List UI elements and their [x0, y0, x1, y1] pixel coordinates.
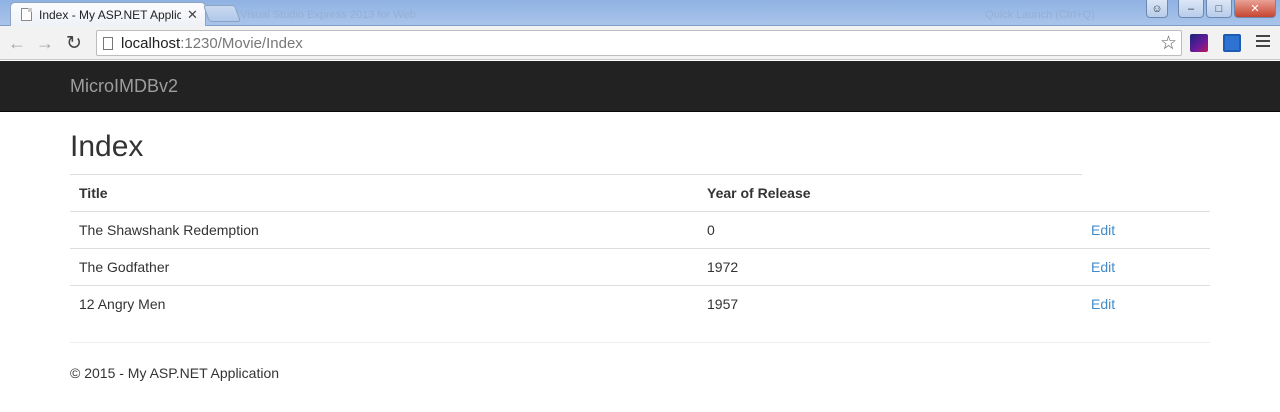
movie-year: 0: [698, 211, 1082, 249]
extension-icon[interactable]: [1190, 34, 1208, 52]
table-row: The Godfather 1972 Edit: [70, 248, 1210, 286]
brand-link[interactable]: MicroIMDBv2: [70, 76, 178, 97]
table-row: The Shawshank Redemption 0 Edit: [70, 211, 1210, 249]
tab-close-icon[interactable]: ✕: [187, 7, 198, 23]
column-header-year: Year of Release: [698, 174, 1082, 212]
url-path: :1230/Movie/Index: [180, 34, 303, 52]
arrow-right-icon[interactable]: →: [34, 32, 56, 54]
background-quick-launch: Quick Launch (Ctrl+Q): [985, 9, 1095, 21]
page-info-icon: [103, 36, 113, 50]
edit-link[interactable]: Edit: [1091, 222, 1115, 238]
close-window-button[interactable]: ✕: [1234, 0, 1276, 18]
column-header-actions: [1082, 174, 1210, 212]
footer-copyright: © 2015 - My ASP.NET Application: [70, 365, 280, 381]
user-icon[interactable]: ☺: [1146, 0, 1168, 18]
movie-year: 1957: [707, 296, 739, 313]
url-host: localhost: [121, 34, 181, 52]
column-header-title: Title: [70, 174, 698, 212]
reload-icon[interactable]: ↻: [63, 32, 85, 54]
movie-title: 12 Angry Men: [79, 296, 166, 313]
star-icon[interactable]: ☆: [1160, 32, 1177, 55]
arrow-left-icon[interactable]: ←: [6, 32, 28, 54]
page-title: Index: [70, 130, 144, 163]
movie-title: The Shawshank Redemption: [70, 211, 698, 249]
browser-tabstrip: Index - My ASP.NET Application ✕ Visual …: [0, 0, 1280, 26]
movie-title: The Godfather: [70, 248, 698, 286]
movie-year: 1972: [698, 248, 1082, 286]
page-icon: [21, 8, 32, 21]
table-header-row: Title Year of Release: [70, 174, 1210, 212]
tab-title: Index - My ASP.NET Application: [39, 7, 181, 22]
browser-tab-active[interactable]: Index - My ASP.NET Application ✕: [10, 2, 206, 26]
footer-divider: [70, 342, 1210, 343]
cast-icon[interactable]: [1223, 34, 1241, 52]
menu-icon[interactable]: [1256, 35, 1270, 50]
new-tab-button[interactable]: [202, 5, 242, 22]
edit-link[interactable]: Edit: [1091, 296, 1115, 312]
browser-toolbar: ← → ↻ localhost:1230/Movie/Index ☆: [0, 26, 1280, 60]
table-row: 12 Angry Men 1957 Edit: [70, 286, 1210, 323]
maximize-button[interactable]: □: [1206, 0, 1232, 18]
edit-link[interactable]: Edit: [1091, 259, 1115, 275]
background-window-title: Visual Studio Express 2013 for Web: [240, 9, 416, 21]
window-controls: ☺ – □ ✕: [1146, 0, 1276, 18]
minimize-button[interactable]: –: [1178, 0, 1204, 18]
movie-table: Title Year of Release The Shawshank Rede…: [70, 174, 1210, 323]
address-bar[interactable]: localhost:1230/Movie/Index ☆: [96, 30, 1182, 56]
site-navbar: MicroIMDBv2: [0, 61, 1280, 112]
